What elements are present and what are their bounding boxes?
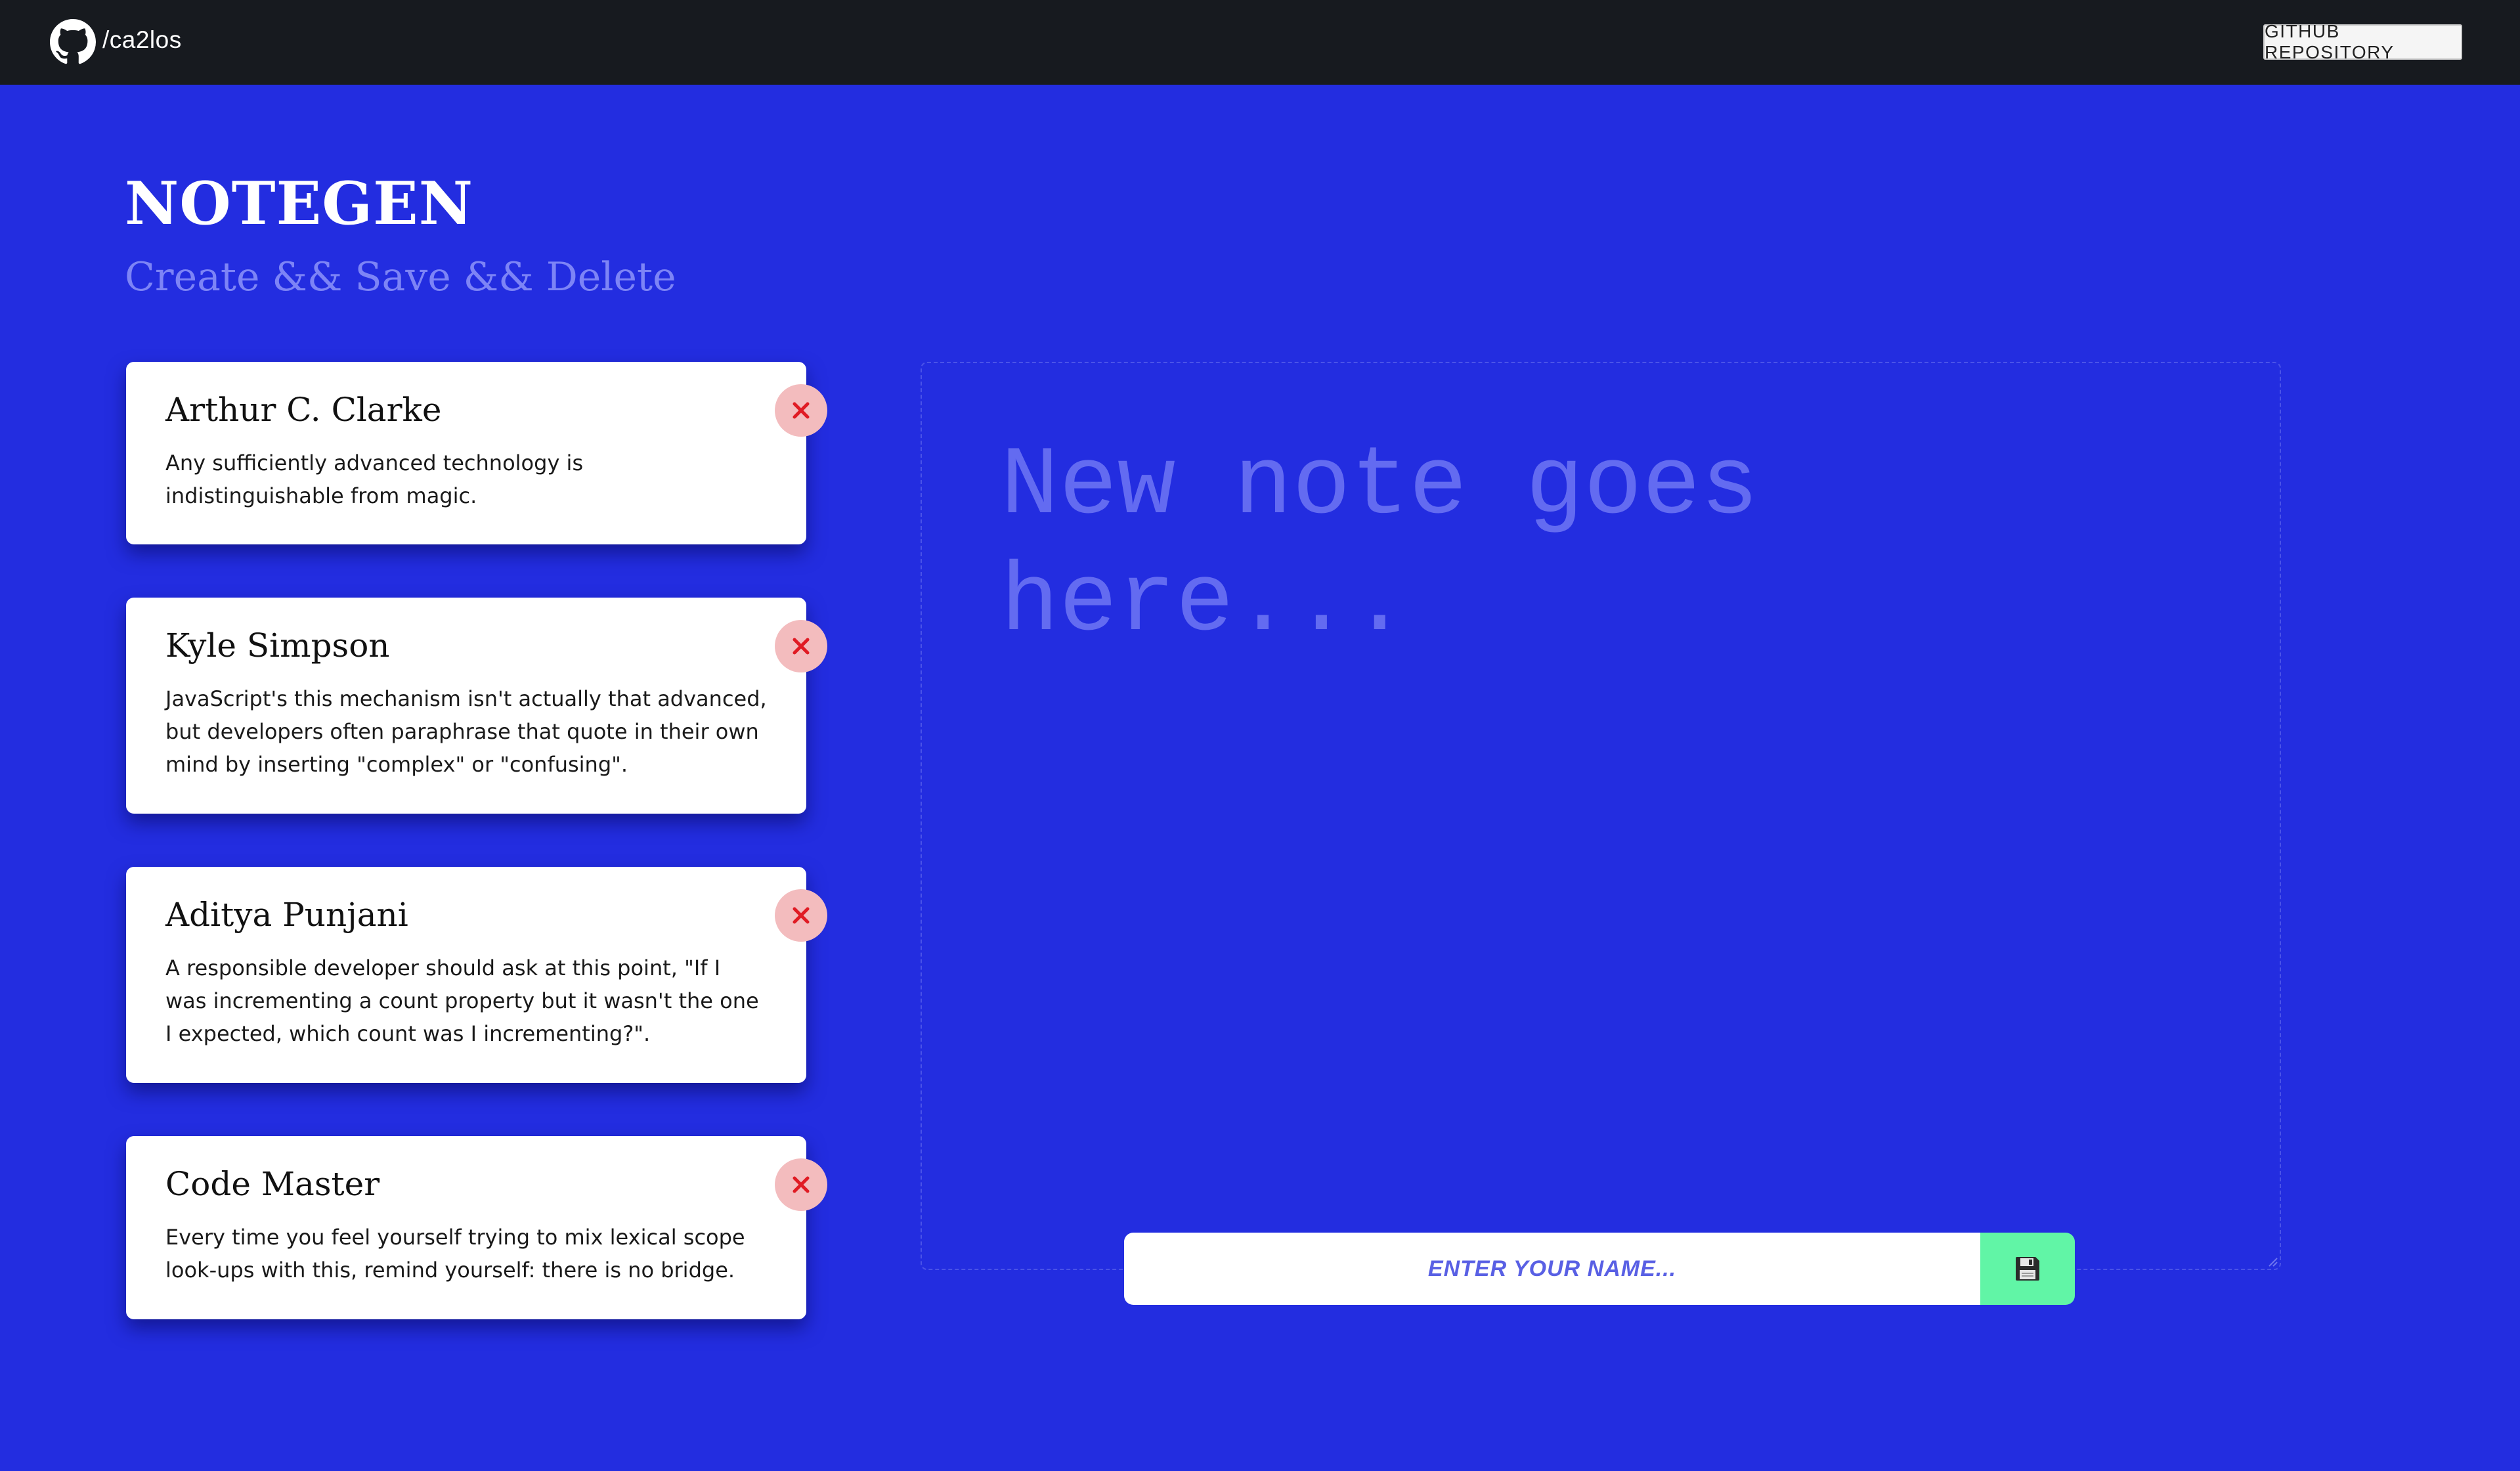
note-textarea[interactable]: New note goes here... — [921, 362, 2281, 1270]
github-repository-button[interactable]: GITHUB REPOSITORY — [2263, 21, 2462, 62]
username-link[interactable]: /ca2los — [102, 26, 182, 54]
delete-note-button[interactable] — [775, 889, 827, 942]
save-note-button[interactable] — [1980, 1233, 2075, 1305]
github-icon[interactable] — [50, 19, 96, 65]
floppy-disk-icon — [2016, 1257, 2039, 1281]
note-text: A responsible developer should ask at th… — [165, 955, 759, 1046]
note-author: Arthur C. Clarke — [165, 391, 442, 429]
page-title: NOTEGEN — [125, 169, 473, 238]
note-card: Code Master Every time you feel yourself… — [126, 1136, 827, 1319]
author-name-placeholder: ENTER YOUR NAME... — [1427, 1256, 1677, 1281]
note-card: Aditya Punjani A responsible developer s… — [126, 867, 827, 1083]
page-subtitle: Create && Save && Delete — [125, 254, 676, 300]
close-icon — [793, 907, 810, 924]
close-icon — [793, 638, 810, 655]
note-text: Every time you feel yourself trying to m… — [165, 1225, 745, 1283]
note-text: Any sufficiently advanced technology is … — [165, 450, 584, 508]
note-card: Arthur C. Clarke Any sufficiently advanc… — [126, 362, 827, 544]
close-icon — [793, 1176, 810, 1193]
delete-note-button[interactable] — [775, 620, 827, 672]
close-icon — [793, 402, 810, 419]
resize-handle-icon[interactable] — [2265, 1254, 2278, 1267]
note-author: Code Master — [165, 1165, 380, 1203]
note-card: Kyle Simpson JavaScript's this mechanism… — [126, 598, 827, 814]
note-text: JavaScript's this mechanism isn't actual… — [165, 686, 767, 777]
author-name-input[interactable]: ENTER YOUR NAME... — [1124, 1233, 1980, 1305]
note-author: Aditya Punjani — [165, 896, 408, 934]
note-textarea-placeholder: New note goes here... — [1001, 432, 1759, 659]
top-bar: /ca2los GITHUB REPOSITORY — [0, 0, 2520, 85]
delete-note-button[interactable] — [775, 1158, 827, 1211]
delete-note-button[interactable] — [775, 384, 827, 437]
note-author: Kyle Simpson — [165, 626, 390, 665]
